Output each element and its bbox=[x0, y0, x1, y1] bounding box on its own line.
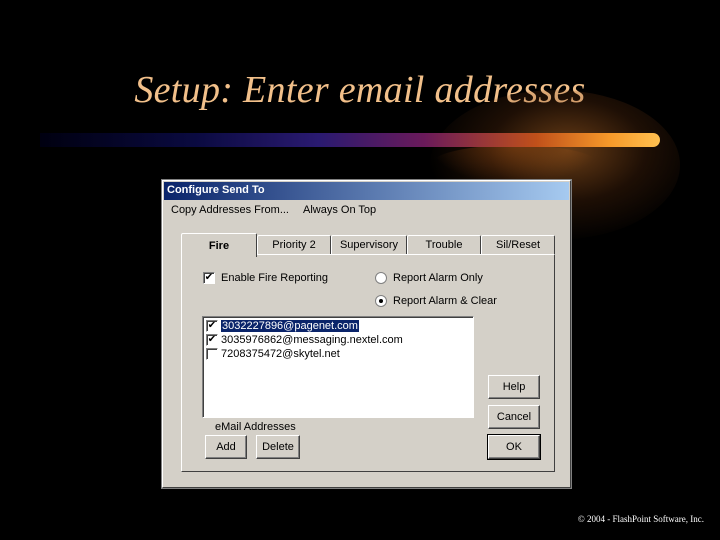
address-checkbox[interactable]: ✔ bbox=[206, 320, 218, 332]
radio-alarm-clear-circle[interactable] bbox=[375, 295, 387, 307]
enable-fire-reporting-checkbox[interactable]: ✔ Enable Fire Reporting bbox=[203, 272, 328, 284]
report-alarm-clear-radio[interactable]: Report Alarm & Clear bbox=[375, 295, 497, 307]
cancel-button[interactable]: Cancel bbox=[488, 405, 540, 429]
address-text: 3035976862@messaging.nextel.com bbox=[221, 334, 403, 346]
address-checkbox[interactable]: ✔ bbox=[206, 334, 218, 346]
tab-sil-reset[interactable]: Sil/Reset bbox=[481, 235, 555, 255]
address-checkbox[interactable] bbox=[206, 348, 218, 360]
dialog-titlebar[interactable]: Configure Send To bbox=[164, 182, 569, 200]
address-text: 7208375472@skytel.net bbox=[221, 348, 340, 360]
enable-checkbox-box[interactable]: ✔ bbox=[203, 272, 215, 284]
list-item[interactable]: 7208375472@skytel.net bbox=[205, 347, 471, 361]
add-button[interactable]: Add bbox=[205, 435, 247, 459]
title-underline-bar bbox=[40, 133, 660, 147]
tab-priority-2[interactable]: Priority 2 bbox=[257, 235, 331, 255]
address-text: 3032227896@pagenet.com bbox=[221, 320, 359, 332]
email-address-list[interactable]: ✔ 3032227896@pagenet.com ✔ 3035976862@me… bbox=[202, 316, 474, 418]
list-item[interactable]: ✔ 3035976862@messaging.nextel.com bbox=[205, 333, 471, 347]
menu-bar: Copy Addresses From... Always On Top bbox=[165, 202, 568, 220]
report-alarm-only-radio[interactable]: Report Alarm Only bbox=[375, 272, 483, 284]
delete-button[interactable]: Delete bbox=[256, 435, 300, 459]
radio-alarm-only-circle[interactable] bbox=[375, 272, 387, 284]
email-addresses-label: eMail Addresses bbox=[215, 421, 296, 433]
enable-fire-reporting-label: Enable Fire Reporting bbox=[221, 272, 329, 284]
help-button[interactable]: Help bbox=[488, 375, 540, 399]
configure-send-to-dialog: Configure Send To Copy Addresses From...… bbox=[161, 179, 572, 489]
tab-fire[interactable]: Fire bbox=[181, 233, 257, 257]
copyright-footer: © 2004 - FlashPoint Software, Inc. bbox=[577, 514, 704, 524]
report-alarm-clear-label: Report Alarm & Clear bbox=[393, 295, 497, 307]
report-alarm-only-label: Report Alarm Only bbox=[393, 272, 483, 284]
title-glow-decoration-lower bbox=[430, 145, 600, 185]
menu-copy-addresses-from[interactable]: Copy Addresses From... bbox=[171, 204, 289, 220]
menu-always-on-top[interactable]: Always On Top bbox=[303, 204, 376, 220]
ok-button[interactable]: OK bbox=[487, 434, 541, 460]
tab-trouble[interactable]: Trouble bbox=[407, 235, 481, 255]
tab-strip: Fire Priority 2 Supervisory Trouble Sil/… bbox=[181, 233, 557, 257]
tab-supervisory[interactable]: Supervisory bbox=[331, 235, 407, 255]
list-item[interactable]: ✔ 3032227896@pagenet.com bbox=[205, 319, 471, 333]
